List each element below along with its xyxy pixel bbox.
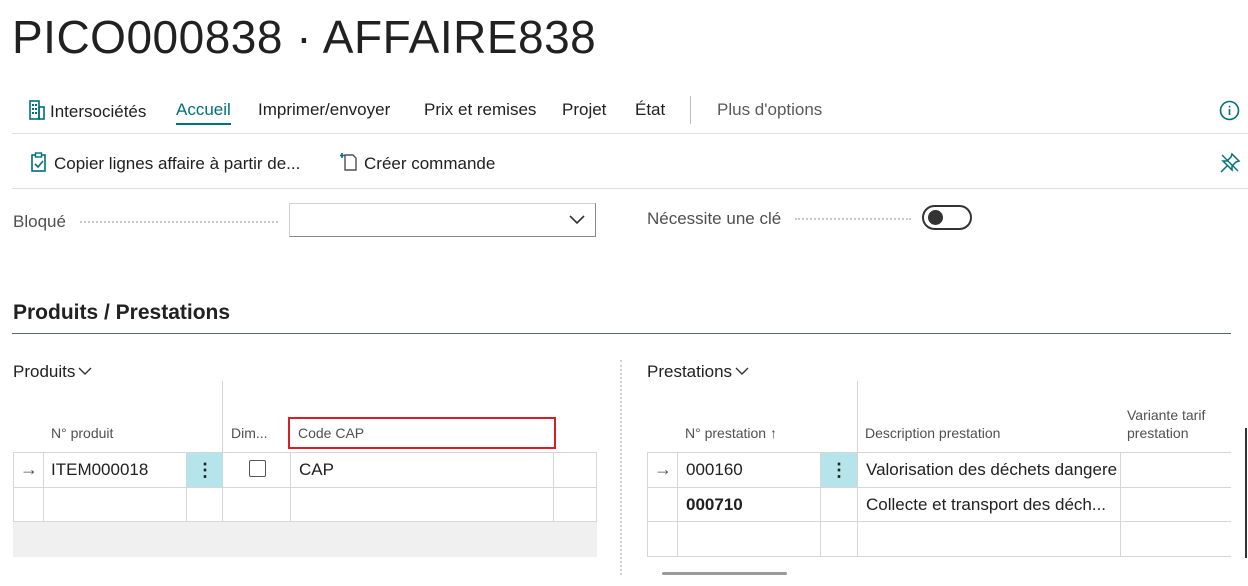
- prestation-no-cell[interactable]: 000160: [686, 460, 816, 480]
- prestation-description-cell[interactable]: Valorisation des déchets dangere: [866, 460, 1118, 480]
- col-header-no-prestation[interactable]: N° prestation ↑: [685, 424, 777, 442]
- prestations-part-label: Prestations: [647, 362, 733, 381]
- produits-part-header[interactable]: Produits: [13, 362, 92, 382]
- current-row-arrow-icon: →: [654, 459, 672, 479]
- grid-row-divider: [647, 452, 1231, 453]
- col-header-variante-line1: Variante tarif: [1127, 407, 1206, 423]
- code-cap-cell[interactable]: CAP: [299, 460, 549, 480]
- grid-col-divider: [1120, 452, 1121, 557]
- action-imprimer[interactable]: Imprimer/envoyer: [258, 100, 390, 120]
- action-intersocietes[interactable]: Intersociétés: [28, 100, 146, 122]
- create-order-label: Créer commande: [364, 154, 496, 173]
- grid-row-divider: [13, 452, 597, 453]
- bloque-label: Bloqué: [13, 212, 66, 231]
- current-row-arrow-icon: →: [20, 459, 38, 479]
- action-accueil-label: Accueil: [176, 100, 231, 119]
- grid-col-divider: [677, 452, 678, 557]
- action-accueil[interactable]: Accueil: [176, 100, 231, 125]
- action-separator: [690, 96, 691, 124]
- cle-toggle[interactable]: [922, 205, 972, 230]
- section-divider: [12, 333, 1231, 334]
- grid-row-divider: [647, 521, 1231, 522]
- cle-dots: [795, 218, 911, 220]
- grid-row-divider: [647, 487, 1231, 488]
- col-header-variante[interactable]: Variante tarif prestation: [1127, 406, 1205, 442]
- highlight-box: [288, 417, 556, 449]
- part-divider: [620, 360, 622, 575]
- produits-part-label: Produits: [13, 362, 76, 381]
- grid-footer: [13, 522, 597, 557]
- copy-lines-button[interactable]: Copier lignes affaire à partir de...: [30, 152, 300, 174]
- col-header-variante-line2: prestation: [1127, 425, 1189, 441]
- action-prix[interactable]: Prix et remises: [424, 100, 536, 120]
- col-header-description[interactable]: Description prestation: [865, 424, 1000, 442]
- subaction-divider: [12, 188, 1248, 189]
- col-header-no-produit[interactable]: N° produit: [51, 424, 113, 442]
- dim-checkbox[interactable]: [249, 460, 266, 477]
- vertical-scrollbar[interactable]: [1245, 428, 1247, 558]
- prestations-part-header[interactable]: Prestations: [647, 362, 749, 382]
- chevron-down-icon: [569, 215, 585, 225]
- new-document-icon: [340, 152, 358, 172]
- bloque-select[interactable]: [289, 203, 596, 237]
- grid-col-divider: [857, 381, 858, 557]
- clipboard-icon: [30, 152, 48, 172]
- action-intersocietes-label: Intersociétés: [50, 102, 147, 121]
- create-order-button[interactable]: Créer commande: [340, 152, 495, 174]
- col-header-no-prestation-label: N° prestation: [685, 425, 767, 441]
- action-bar-divider: [12, 133, 1248, 134]
- grid-row-divider: [647, 556, 1231, 557]
- grid-row-divider: [13, 487, 597, 488]
- copy-lines-label: Copier lignes affaire à partir de...: [54, 154, 301, 173]
- info-icon[interactable]: [1219, 100, 1240, 121]
- col-header-dim[interactable]: Dim...: [231, 424, 268, 442]
- toggle-knob: [928, 210, 943, 225]
- row-actions-kebab-icon[interactable]: ⋮: [821, 453, 857, 487]
- action-projet[interactable]: Projet: [562, 100, 606, 120]
- prestation-no-cell[interactable]: 000710: [686, 495, 816, 515]
- sort-ascending-icon: ↑: [769, 425, 777, 441]
- action-bar: Intersociétés Accueil Imprimer/envoyer P…: [0, 92, 1248, 132]
- pin-icon[interactable]: [1219, 152, 1241, 174]
- bloque-dots: [80, 221, 278, 223]
- action-etat[interactable]: État: [635, 100, 665, 120]
- cle-label: Nécessite une clé: [647, 209, 782, 228]
- produit-no-cell[interactable]: ITEM000018: [51, 460, 183, 480]
- chevron-down-icon: [735, 367, 749, 375]
- section-title: Produits / Prestations: [13, 301, 231, 324]
- action-plus-options[interactable]: Plus d'options: [717, 100, 822, 120]
- page-title: PICO000838 · AFFAIRE838: [12, 11, 597, 63]
- grid-col-divider: [647, 452, 648, 557]
- prestation-description-cell[interactable]: Collecte et transport des déch...: [866, 495, 1118, 515]
- horizontal-scrollbar[interactable]: [662, 572, 787, 575]
- chevron-down-icon: [78, 367, 92, 375]
- active-tab-underline: [176, 123, 231, 125]
- building-icon: [28, 100, 46, 120]
- row-actions-kebab-icon[interactable]: ⋮: [187, 453, 223, 487]
